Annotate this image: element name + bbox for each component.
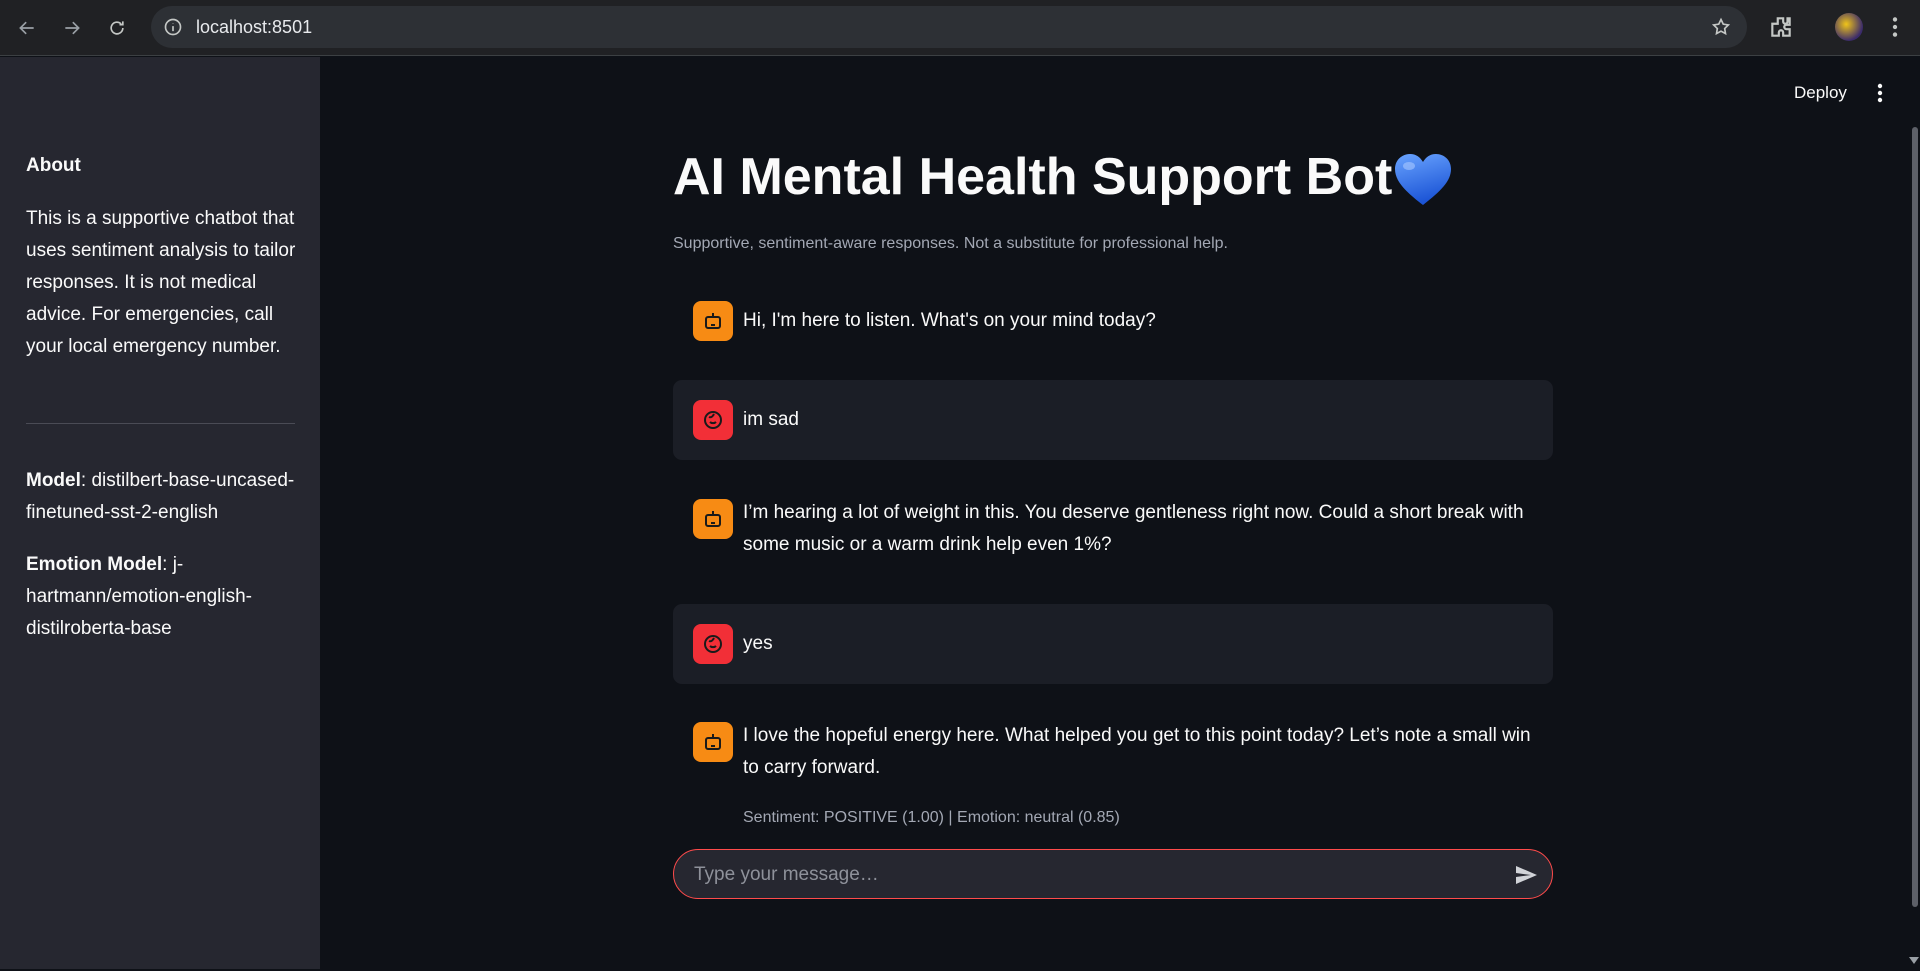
chat-input-container [673, 849, 1553, 899]
emotion-model-label: Emotion Model [26, 554, 163, 575]
send-icon[interactable] [1514, 863, 1538, 887]
sidebar: About This is a supportive chatbot that … [0, 57, 320, 969]
extensions-icon[interactable] [1768, 14, 1794, 40]
sidebar-divider [26, 423, 295, 424]
profile-avatar[interactable] [1835, 13, 1863, 41]
back-icon[interactable] [11, 12, 43, 44]
page-title: AI Mental Health Support Bot [673, 148, 1393, 206]
scroll-down-icon[interactable] [1908, 953, 1920, 965]
main-content: Deploy AI Mental Health Support Bot Supp… [320, 57, 1920, 969]
emotion-model-info: Emotion Model: j-hartmann/emotion-englis… [26, 549, 298, 645]
user-avatar-icon [693, 624, 733, 664]
message-text: yes [743, 633, 773, 654]
browser-menu-icon[interactable] [1882, 14, 1908, 40]
scrollbar[interactable] [1912, 127, 1918, 907]
blue-heart-icon [1393, 153, 1453, 207]
deploy-button[interactable]: Deploy [1794, 83, 1847, 103]
bookmark-star-icon[interactable] [1711, 17, 1731, 37]
user-avatar-icon [693, 400, 733, 440]
page-caption: Supportive, sentiment-aware responses. N… [673, 235, 1228, 252]
browser-toolbar: localhost:8501 [0, 0, 1920, 56]
app-menu-icon[interactable] [1870, 81, 1890, 105]
about-text: This is a supportive chatbot that uses s… [26, 208, 296, 357]
site-info-icon[interactable] [163, 17, 183, 37]
message-text: I’m hearing a lot of weight in this. You… [743, 502, 1524, 555]
model-info: Model: distilbert-base-uncased-finetuned… [26, 465, 298, 529]
reload-icon[interactable] [101, 12, 133, 44]
address-bar[interactable]: localhost:8501 [151, 6, 1747, 48]
bot-avatar-icon [693, 722, 733, 762]
message-text: im sad [743, 409, 799, 430]
model-label: Model [26, 470, 81, 491]
forward-icon[interactable] [56, 12, 88, 44]
bot-avatar-icon [693, 499, 733, 539]
about-heading: About [26, 155, 81, 176]
url-text[interactable]: localhost:8501 [196, 17, 312, 38]
bot-avatar-icon [693, 301, 733, 341]
chat-message-assistant: Hi, I'm here to listen. What's on your m… [673, 285, 1553, 359]
message-text: Hi, I'm here to listen. What's on your m… [743, 310, 1156, 331]
chat-message-assistant: I love the hopeful energy here. What hel… [673, 702, 1553, 837]
sentiment-caption: Sentiment: POSITIVE (1.00) | Emotion: ne… [743, 809, 1120, 826]
chat-message-assistant: I’m hearing a lot of weight in this. You… [673, 479, 1553, 589]
chat-message-user: yes [673, 604, 1553, 684]
chat-input[interactable] [694, 862, 1494, 888]
message-text: I love the hopeful energy here. What hel… [743, 725, 1531, 778]
chat-message-user: im sad [673, 380, 1553, 460]
